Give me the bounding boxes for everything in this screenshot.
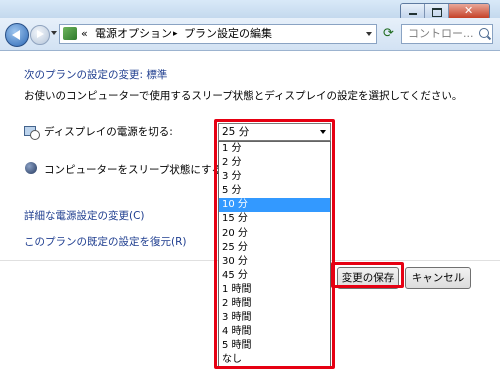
restore-defaults-link[interactable]: このプランの既定の設定を復元(R) [24,234,187,249]
sleep-moon-icon [25,162,37,174]
search-input[interactable]: コントロー... [401,24,493,44]
title-bar [0,0,500,20]
save-button-highlight-frame [331,262,404,288]
search-icon[interactable] [479,28,489,38]
refresh-icon[interactable]: ⟳ [380,24,397,44]
display-off-label: ディスプレイの電源を切る: [44,126,173,138]
maximize-icon[interactable] [425,4,449,19]
address-bar[interactable]: « 電源オプション ▸ プラン設定の編集 [59,24,377,44]
page-description: お使いのコンピューターで使用するスリープ状態とディスプレイの設定を選択してくださ… [24,90,463,102]
clock-shape [30,130,40,140]
forward-arrow-icon[interactable] [30,25,50,45]
sleep-label: コンピューターをスリープ状態にする: [44,164,226,176]
back-arrow-icon[interactable] [5,23,29,47]
display-timer-icon [24,124,40,140]
breadcrumb-overflow[interactable]: « [81,25,88,43]
breadcrumb-edit-plan-settings[interactable]: プラン設定の編集 [184,25,272,43]
breadcrumb-power-options[interactable]: 電源オプション [95,25,172,43]
control-panel-icon [63,27,77,40]
minimize-icon[interactable] [401,4,425,19]
address-dropdown-chevron-icon[interactable] [366,32,372,36]
breadcrumb-separator-icon[interactable]: ▸ [173,25,178,43]
advanced-power-settings-link[interactable]: 詳細な電源設定の変更(C) [24,208,145,223]
search-placeholder: コントロー... [408,27,474,40]
power-options-window: « 電源オプション ▸ プラン設定の編集 ⟳ コントロー... 次のプランの設定… [0,0,500,369]
dropdown-highlight-frame [214,119,335,369]
page-heading: 次のプランの設定の変更: 標準 [24,69,168,81]
cancel-button[interactable]: キャンセル [405,267,471,289]
recent-pages-chevron-icon[interactable] [51,31,57,35]
close-icon[interactable] [449,4,489,19]
